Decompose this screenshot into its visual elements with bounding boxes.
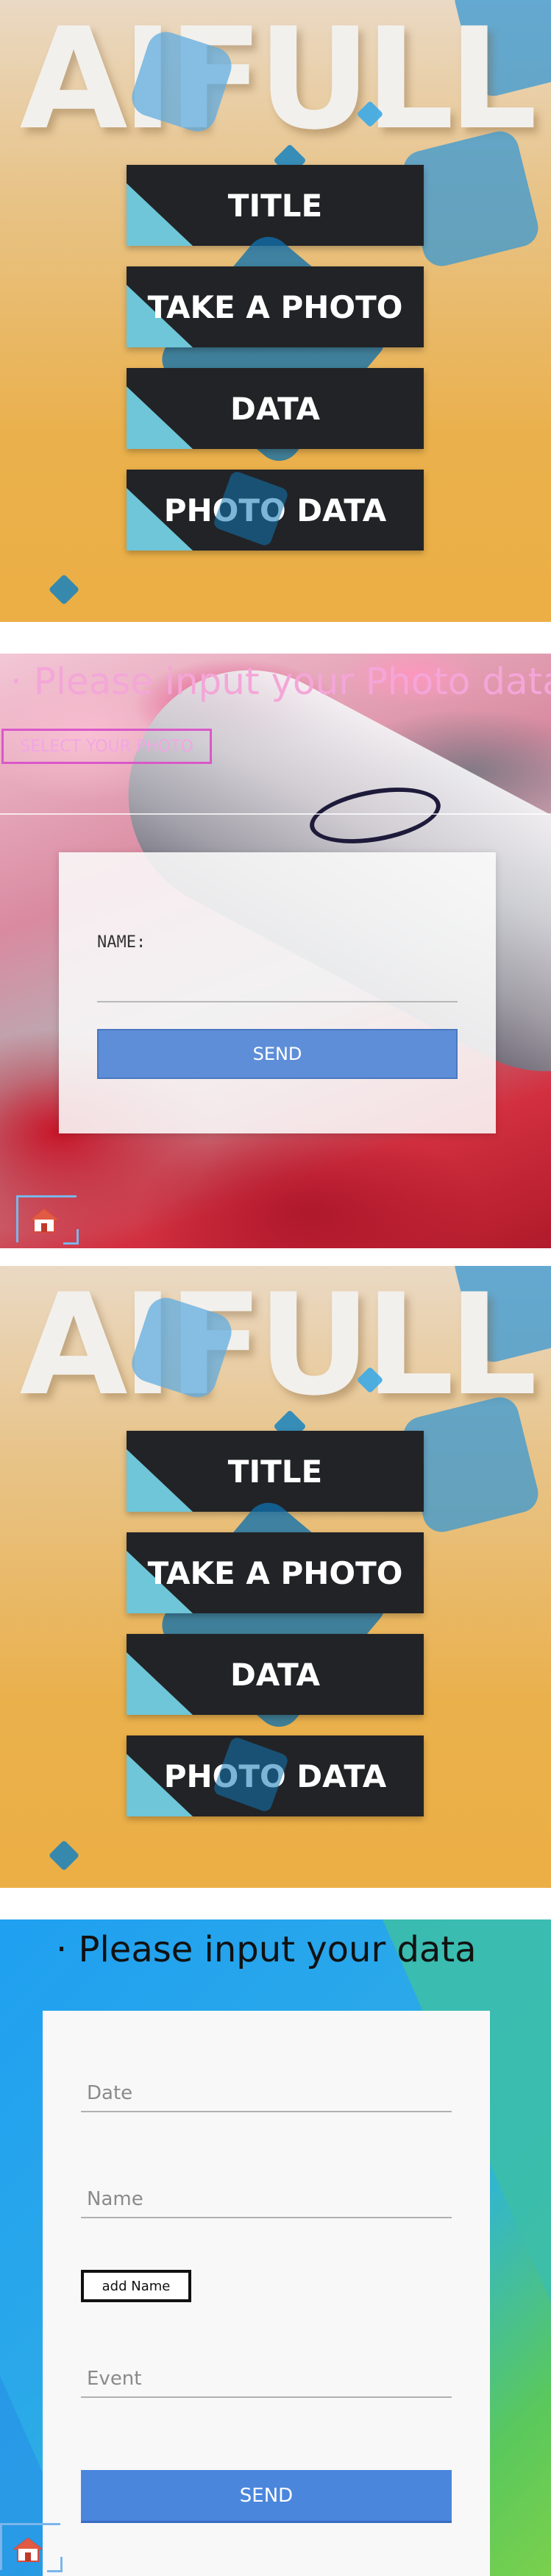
photo-form-screen: · Please input your Photo data SELECT YO…	[0, 654, 551, 1248]
photo-form-heading: · Please input your Photo data	[10, 660, 551, 703]
menu-take-photo-button[interactable]: TAKE A PHOTO	[127, 1532, 424, 1613]
menu-button-label: TAKE A PHOTO	[147, 1554, 403, 1591]
menu-button-label: DATA	[230, 1656, 320, 1693]
date-input[interactable]	[81, 2076, 452, 2111]
event-field	[81, 2361, 452, 2398]
menu-data-button[interactable]: DATA	[127, 1634, 424, 1715]
decor-shape	[48, 573, 80, 606]
menu-title-button[interactable]: TITLE	[127, 1431, 424, 1512]
menu-take-photo-button[interactable]: TAKE A PHOTO	[127, 266, 424, 347]
menu-button-label: TAKE A PHOTO	[147, 289, 403, 325]
data-form-card: add Name SEND	[43, 2011, 490, 2576]
send-button[interactable]: SEND	[81, 2470, 452, 2523]
brand-title: AIFULL	[19, 1266, 538, 1426]
data-form-screen: · Please input your data add Name SEND	[0, 1919, 551, 2576]
menu-button-label: DATA	[230, 390, 320, 427]
name-input[interactable]	[97, 970, 458, 1002]
menu-data-button[interactable]: DATA	[127, 368, 424, 449]
brand-title: AIFULL	[19, 0, 538, 160]
menu-button-label: TITLE	[227, 1453, 323, 1490]
send-button[interactable]: SEND	[97, 1029, 458, 1079]
data-form-heading: · Please input your data	[56, 1929, 477, 1970]
name-input[interactable]	[81, 2182, 452, 2217]
home-icon[interactable]	[13, 2536, 43, 2563]
menu-screen: AIFULL TITLE TAKE A PHOTO DATA PHOTO DAT…	[0, 1266, 551, 1888]
select-photo-button[interactable]: SELECT YOUR PHOTO	[1, 729, 212, 764]
decor-shape	[48, 1839, 80, 1872]
add-name-button[interactable]: add Name	[81, 2270, 191, 2302]
event-input[interactable]	[81, 2361, 452, 2396]
menu-title-button[interactable]: TITLE	[127, 165, 424, 246]
divider	[0, 813, 551, 815]
name-field	[81, 2182, 452, 2218]
date-field	[81, 2076, 452, 2112]
home-icon[interactable]	[29, 1207, 60, 1234]
name-label: NAME:	[97, 933, 146, 952]
photo-form-card: NAME: SEND	[59, 852, 496, 1133]
menu-button-label: TITLE	[227, 187, 323, 224]
menu-screen: AIFULL TITLE TAKE A PHOTO DATA PHOTO DAT…	[0, 0, 551, 622]
